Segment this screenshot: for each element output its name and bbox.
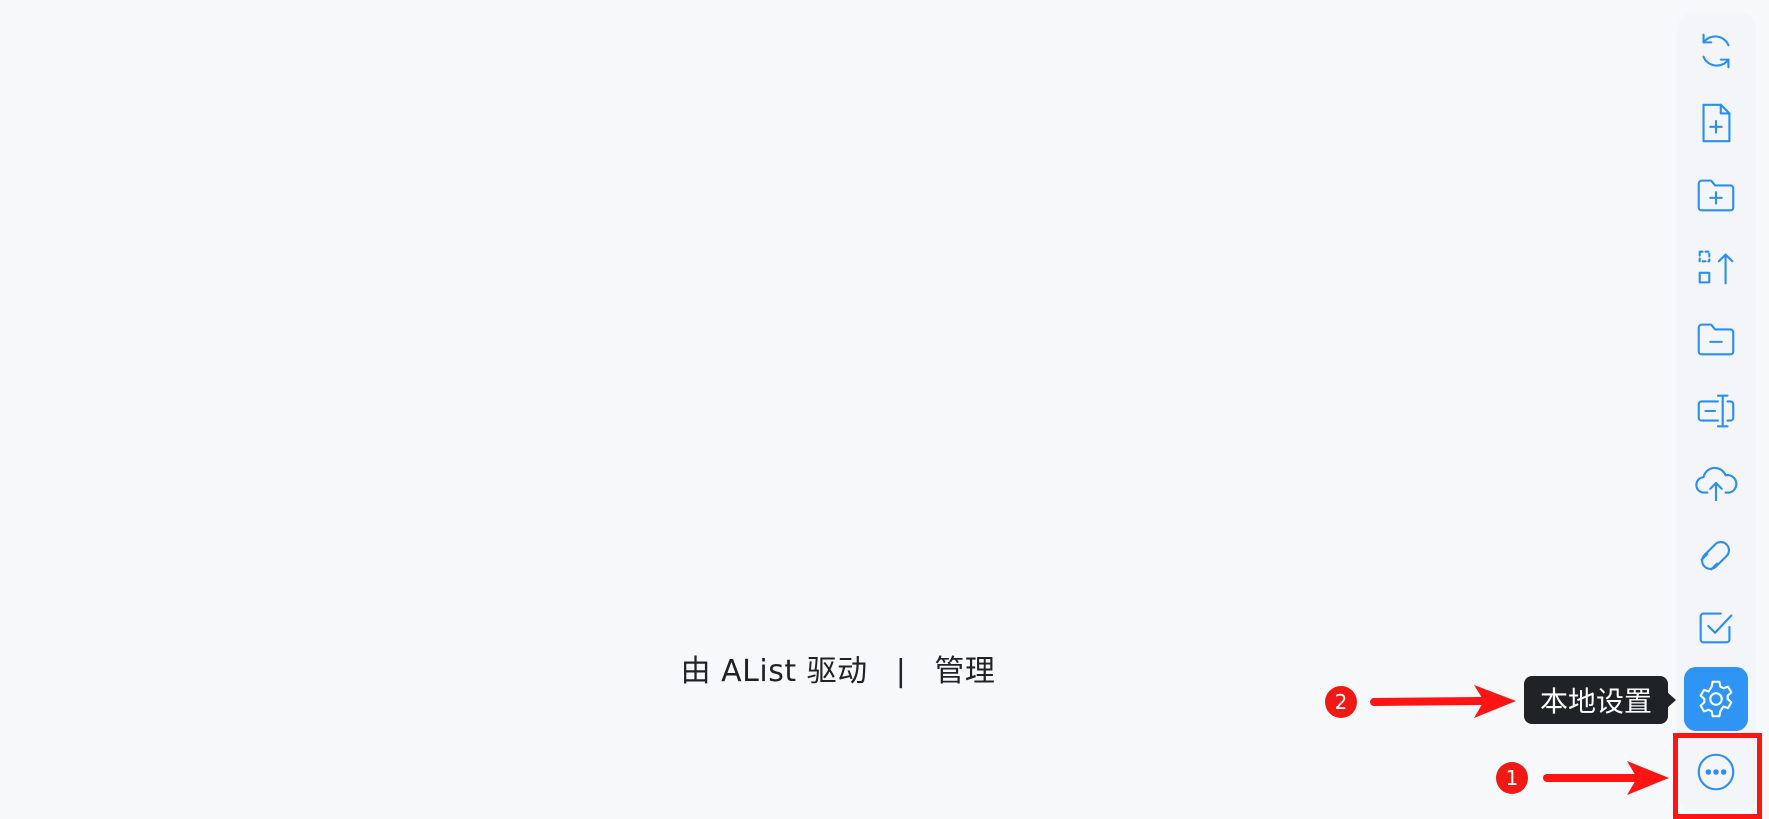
local-settings-tooltip: 本地设置	[1524, 676, 1676, 724]
new-file-button[interactable]	[1684, 91, 1748, 155]
gear-icon	[1699, 680, 1733, 718]
step-1-arrow	[1543, 761, 1669, 795]
select-button[interactable]	[1684, 595, 1748, 659]
select-upload-icon	[1698, 250, 1734, 285]
file-plus-icon	[1702, 103, 1731, 143]
remove-folder-button[interactable]	[1684, 307, 1748, 371]
folder-minus-icon	[1697, 323, 1735, 356]
magnet-icon	[1700, 541, 1730, 571]
powered-by-text: 由 AList 驱动	[680, 654, 868, 689]
tooltip-text: 本地设置	[1539, 685, 1652, 718]
step-2-arrow	[1370, 685, 1516, 718]
manage-link[interactable]: 管理	[934, 654, 995, 689]
refresh-icon	[1702, 33, 1730, 69]
step-2-label: 2	[1334, 690, 1348, 714]
folder-plus-icon	[1697, 179, 1735, 212]
cloud-upload-icon	[1695, 466, 1738, 502]
step-1-label: 1	[1505, 766, 1519, 790]
rename-icon	[1697, 394, 1735, 428]
rename-button[interactable]	[1684, 379, 1748, 443]
checkbox-icon	[1699, 612, 1733, 644]
offline-download-button[interactable]	[1684, 523, 1748, 587]
new-folder-button[interactable]	[1684, 163, 1748, 227]
highlight-box	[1673, 733, 1762, 819]
tooltip-arrow	[1667, 692, 1676, 708]
upload-arrange-button[interactable]	[1684, 236, 1748, 300]
footer-separator: |	[895, 654, 907, 689]
local-settings-button[interactable]	[1684, 667, 1748, 731]
step-2-badge: 2	[1325, 686, 1357, 718]
upload-button[interactable]	[1684, 451, 1748, 515]
refresh-button[interactable]	[1684, 19, 1748, 83]
step-1-badge: 1	[1496, 762, 1528, 794]
